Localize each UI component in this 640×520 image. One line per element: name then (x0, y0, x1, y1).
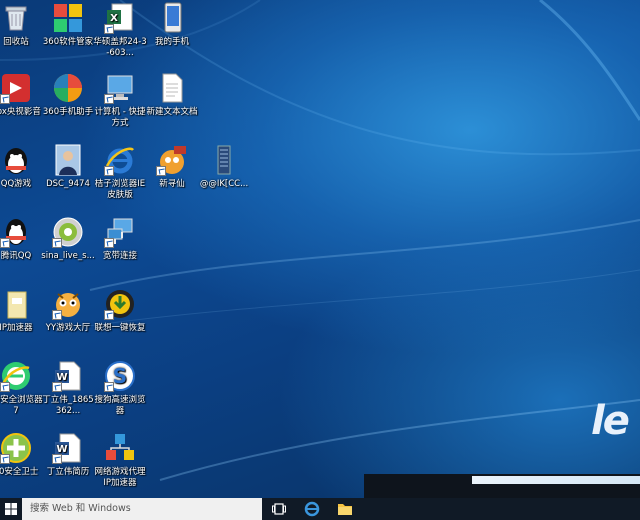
svg-text:S: S (113, 364, 127, 388)
desktop-icon-excel-file[interactable]: X 华硕盖邦24-3-603... (93, 2, 147, 59)
desktop-icon-360-security[interactable]: 60安全卫士 (0, 432, 43, 478)
desktop-icon-sogou-browser[interactable]: S 搜狗高速浏览器 (93, 360, 147, 417)
icon-label: 网络游戏代理 IP加速器 (94, 467, 146, 488)
broadband-connection-icon (104, 216, 136, 248)
task-view-icon (272, 503, 286, 515)
svg-text:X: X (110, 13, 118, 24)
photo-thumbnail-icon (52, 144, 84, 176)
task-view-button[interactable] (264, 498, 294, 520)
qq-penguin-icon (0, 216, 32, 248)
yy-game-icon (52, 288, 84, 320)
icon-label: 宽带连接 (102, 251, 137, 261)
desktop-icon-sina-live[interactable]: sina_live_s... (41, 216, 95, 262)
icon-label: 丁立伟简历 (46, 467, 90, 477)
desktop-icon-new-text-document[interactable]: 新建文本文档 (145, 72, 199, 118)
desktop-icon-photo-dsc[interactable]: DSC_9474 (41, 144, 95, 190)
game-xunxian-icon (156, 144, 188, 176)
excel-file-icon: X (104, 2, 136, 34)
file-icon (208, 144, 240, 176)
icon-label: @@IK[CC... (199, 179, 249, 189)
desktop-icon-recycle-bin[interactable]: 回收站 (0, 2, 43, 48)
icon-label: 360手机助手 (42, 107, 94, 117)
sogou-browser-icon: S (104, 360, 136, 392)
desktop-icon-computer-shortcut[interactable]: 计算机 - 快捷方式 (93, 72, 147, 129)
desktop-icon-orange-browser[interactable]: 桔子浏览器IE皮肤版 (93, 144, 147, 201)
taskbar-edge-button[interactable] (297, 498, 327, 520)
network-proxy-icon (104, 432, 136, 464)
cbox-icon (0, 72, 32, 104)
icon-label: 搜狗高速浏览器 (94, 395, 146, 416)
icon-label: sina_live_s... (41, 251, 95, 261)
folder-icon (0, 288, 32, 320)
icon-label: 丁立伟_1865362... (42, 395, 94, 416)
text-document-icon (156, 72, 188, 104)
icon-label: 联想一键恢复 (94, 323, 146, 333)
search-box[interactable]: 搜索 Web 和 Windows (22, 498, 262, 520)
ie-browser-icon (104, 144, 136, 176)
desktop-icon-my-phone[interactable]: 我的手机 (145, 2, 199, 48)
icon-label: 我的手机 (154, 37, 189, 47)
word-document-icon: W (52, 360, 84, 392)
search-placeholder: 搜索 Web 和 Windows (30, 503, 131, 514)
icon-label: 腾讯QQ (0, 251, 32, 261)
desktop-icon-360-phone-assistant[interactable]: 360手机助手 (41, 72, 95, 118)
icon-label: 新寻仙 (159, 179, 185, 189)
desktop-icon-lenovo-recovery[interactable]: 联想一键恢复 (93, 288, 147, 334)
recycle-bin-icon (0, 2, 32, 34)
desktop-icon-tencent-qq[interactable]: 腾讯QQ (0, 216, 43, 262)
phone-icon (156, 2, 188, 34)
desktop-icon-cbox[interactable]: Box央视影音 (0, 72, 43, 118)
360-software-manager-icon (52, 2, 84, 34)
desktop-icon-ip-accelerator[interactable]: IP加速器 (0, 288, 43, 334)
sina-live-icon (52, 216, 84, 248)
icon-label: 60安全浏览器7 (0, 395, 43, 416)
computer-icon (104, 72, 136, 104)
taskbar-file-explorer-button[interactable] (330, 498, 360, 520)
desktop-icon-360-browser[interactable]: 60安全浏览器7 (0, 360, 43, 417)
desktop-icon-ik-file[interactable]: @@IK[CC... (197, 144, 251, 190)
start-button[interactable] (0, 498, 22, 520)
360-browser-icon (0, 360, 32, 392)
360-phone-assistant-icon (52, 72, 84, 104)
recovery-icon (104, 288, 136, 320)
icon-label: 360软件管家 (42, 37, 94, 47)
desktop-icon-word-doc-resume[interactable]: W 丁立伟简历 (41, 432, 95, 478)
desktop-icon-broadband[interactable]: 宽带连接 (93, 216, 147, 262)
icon-label: 60安全卫士 (0, 467, 39, 477)
lenovo-logo: le (591, 398, 630, 444)
windows-logo-icon (5, 503, 17, 515)
icon-label: 桔子浏览器IE皮肤版 (94, 179, 146, 200)
desktop-icon-xin-xunxian[interactable]: 新寻仙 (145, 144, 199, 190)
folder-icon (338, 504, 352, 515)
desktop-icon-360-software-manager[interactable]: 360软件管家 (41, 2, 95, 48)
desktop-icon-yy-game-hall[interactable]: YY游戏大厅 (41, 288, 95, 334)
icon-label: QQ游戏 (0, 179, 32, 189)
icon-label: 华硕盖邦24-3-603... (93, 37, 147, 58)
desktop-icon-qq-game[interactable]: QQ游戏 (0, 144, 43, 190)
desktop-icon-word-doc-1[interactable]: W 丁立伟_1865362... (41, 360, 95, 417)
icon-label: 回收站 (3, 37, 29, 47)
360-security-icon (0, 432, 32, 464)
overlay-light-bar (472, 476, 640, 484)
icon-label: IP加速器 (0, 323, 33, 333)
icon-label: Box央视影音 (0, 107, 41, 117)
taskbar: 搜索 Web 和 Windows (0, 498, 640, 520)
icon-label: 新建文本文档 (146, 107, 198, 117)
icon-label: 计算机 - 快捷方式 (94, 107, 146, 128)
icon-label: YY游戏大厅 (45, 323, 91, 333)
icon-label: DSC_9474 (46, 179, 90, 189)
edge-browser-icon (304, 501, 320, 517)
word-document-icon: W (52, 432, 84, 464)
desktop-icon-game-proxy[interactable]: 网络游戏代理 IP加速器 (93, 432, 147, 489)
qq-game-icon (0, 144, 32, 176)
